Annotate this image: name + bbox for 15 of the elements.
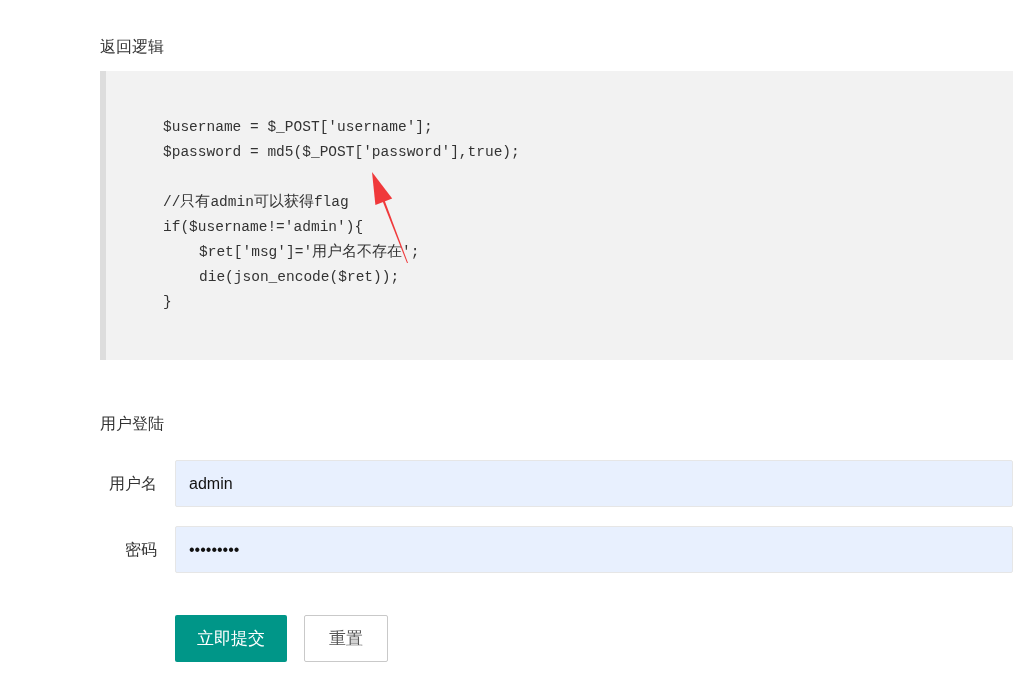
code-line: $password = md5($_POST['password'],true); [163, 142, 520, 162]
code-line: $username = $_POST['username']; [163, 117, 433, 137]
password-field[interactable]: ••••••••• [175, 526, 1013, 573]
code-line: } [163, 292, 172, 312]
code-line: die(json_encode($ret)); [199, 267, 400, 287]
code-line: $ret['msg']='用户名不存在'; [199, 242, 420, 262]
code-line: if($username!='admin'){ [163, 217, 364, 237]
text-field[interactable]: admin [175, 460, 1013, 507]
code-line: //只有admin可以获得flag [163, 192, 349, 212]
section-title: 用户登陆 [100, 414, 164, 434]
field-label: 密码 [125, 539, 157, 560]
submit-button[interactable]: 立即提交 [175, 615, 287, 662]
reset-button[interactable]: 重置 [304, 615, 388, 662]
field-label: 用户名 [109, 473, 157, 494]
section-title: 返回逻辑 [100, 37, 164, 57]
